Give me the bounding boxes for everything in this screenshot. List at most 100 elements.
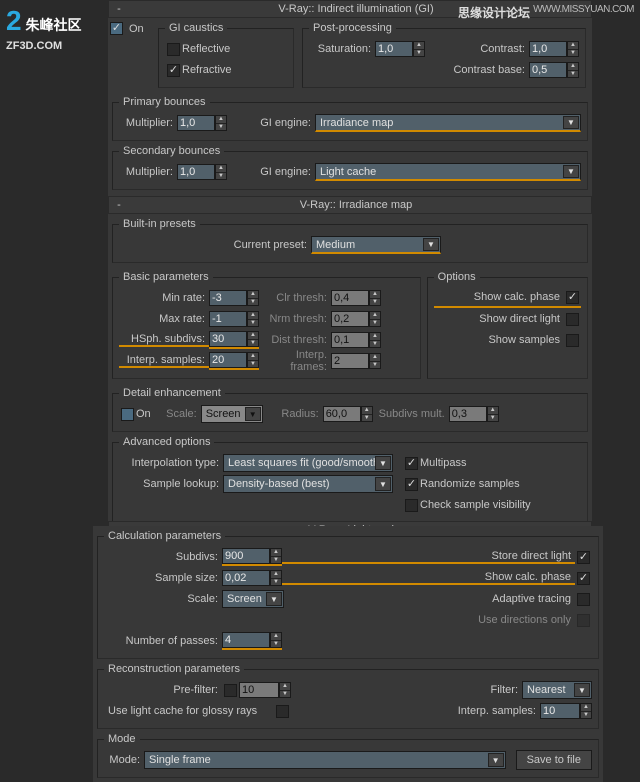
dist-label: Dist thresh:	[259, 334, 331, 346]
mode-group: Mode Mode: Single frame▼ Save to file	[97, 733, 599, 778]
interp-label: Interp. samples:	[119, 354, 209, 368]
contrast-base-spinner[interactable]: ▲▼	[529, 62, 579, 78]
detail-scale-dropdown[interactable]: Screen▼	[201, 405, 263, 423]
calc-subdivs-spinner[interactable]: ▲▼	[222, 548, 282, 566]
prefilter-spinner[interactable]: ▲▼	[239, 682, 291, 698]
mode-dropdown[interactable]: Single frame▼	[144, 751, 506, 769]
watermark-url: WWW.MISSYUAN.COM	[533, 4, 634, 15]
secondary-mult-label: Multiplier:	[119, 166, 177, 178]
showcalc-label: Show calc. phase	[434, 291, 564, 303]
usedir-checkbox	[577, 614, 590, 627]
slookup-label: Sample lookup:	[119, 478, 223, 490]
calc-scale-dropdown[interactable]: Screen▼	[222, 590, 284, 608]
nrm-label: Nrm thresh:	[259, 313, 331, 325]
calc-showcalc-label: Show calc. phase	[282, 571, 575, 585]
nrm-spinner[interactable]: ▲▼	[331, 311, 381, 327]
calc-legend: Calculation parameters	[104, 530, 225, 542]
primary-bounces-group: Primary bounces Multiplier: ▲▼ GI engine…	[112, 96, 588, 141]
detail-radius-label: Radius:	[263, 408, 323, 420]
mode-label: Mode:	[104, 754, 144, 766]
chevron-down-icon: ▼	[375, 477, 391, 491]
primary-mult-spinner[interactable]: ▲▼	[177, 115, 227, 131]
adaptive-label: Adaptive tracing	[284, 593, 575, 605]
saturation-label: Saturation:	[309, 43, 375, 55]
checkvis-checkbox[interactable]	[405, 499, 418, 512]
primary-engine-label: GI engine:	[227, 117, 315, 129]
options-legend: Options	[434, 271, 480, 283]
gi-on-checkbox[interactable]	[110, 22, 123, 35]
showdirect-checkbox[interactable]	[566, 313, 579, 326]
secondary-engine-dropdown[interactable]: Light cache▼	[315, 163, 581, 181]
iframes-spinner[interactable]: ▲▼	[331, 353, 381, 369]
minrate-label: Min rate:	[119, 292, 209, 304]
isamples-spinner[interactable]: ▲▼	[540, 703, 592, 719]
minrate-spinner[interactable]: ▲▼	[209, 290, 259, 306]
dist-spinner[interactable]: ▲▼	[331, 332, 381, 348]
detail-scale-label: Scale:	[151, 408, 201, 420]
preset-label: Current preset:	[119, 239, 311, 251]
prefilter-checkbox[interactable]	[224, 684, 237, 697]
secondary-legend: Secondary bounces	[119, 145, 224, 157]
builtin-presets-group: Built-in presets Current preset: Medium▼	[112, 218, 588, 263]
primary-legend: Primary bounces	[119, 96, 210, 108]
adaptive-checkbox[interactable]	[577, 593, 590, 606]
mode-legend: Mode	[104, 733, 140, 745]
detail-legend: Detail enhancement	[119, 387, 225, 399]
refractive-checkbox[interactable]	[167, 64, 180, 77]
post-processing-group: Post-processing Saturation: ▲▼ Contrast:…	[302, 22, 586, 88]
chevron-down-icon: ▼	[574, 683, 590, 697]
gi-on-label: On	[129, 23, 144, 35]
preset-dropdown[interactable]: Medium▼	[311, 236, 441, 254]
gi-on-row: On	[108, 22, 144, 35]
collapse-icon: -	[113, 199, 125, 211]
secondary-mult-spinner[interactable]: ▲▼	[177, 164, 227, 180]
detail-subdivs-spinner[interactable]: ▲▼	[449, 406, 499, 422]
calc-showcalc-checkbox[interactable]	[577, 572, 590, 585]
slookup-dropdown[interactable]: Density-based (best)▼	[223, 475, 393, 493]
clr-spinner[interactable]: ▲▼	[331, 290, 381, 306]
reflective-checkbox[interactable]	[167, 43, 180, 56]
interp-spinner[interactable]: ▲▼	[209, 352, 259, 370]
randomize-checkbox[interactable]	[405, 478, 418, 491]
checkvis-label: Check sample visibility	[420, 499, 531, 511]
detail-radius-spinner[interactable]: ▲▼	[323, 406, 373, 422]
passes-spinner[interactable]: ▲▼	[222, 632, 282, 650]
rollout-irr-header[interactable]: - V-Ray:: Irradiance map	[108, 196, 592, 214]
usedir-label: Use directions only	[284, 614, 575, 626]
store-checkbox[interactable]	[577, 551, 590, 564]
save-to-file-button[interactable]: Save to file	[516, 750, 592, 770]
builtin-legend: Built-in presets	[119, 218, 200, 230]
secondary-bounces-group: Secondary bounces Multiplier: ▲▼ GI engi…	[112, 145, 588, 190]
showcalc-checkbox[interactable]	[566, 291, 579, 304]
secondary-engine-label: GI engine:	[227, 166, 315, 178]
options-group: Options Show calc. phase Show direct lig…	[427, 271, 588, 379]
saturation-spinner[interactable]: ▲▼	[375, 41, 425, 57]
randomize-label: Randomize samples	[420, 478, 520, 490]
detail-on-label: On	[136, 408, 151, 420]
basic-legend: Basic parameters	[119, 271, 213, 283]
showsamples-checkbox[interactable]	[566, 334, 579, 347]
filter-label: Filter:	[291, 684, 522, 696]
basic-params-group: Basic parameters Min rate: ▲▼ Clr thresh…	[112, 271, 421, 379]
isamples-label: Interp. samples:	[291, 705, 540, 717]
showdirect-label: Show direct light	[434, 313, 564, 325]
multipass-checkbox[interactable]	[405, 457, 418, 470]
itype-dropdown[interactable]: Least squares fit (good/smooth)▼	[223, 454, 393, 472]
settings-panel: - V-Ray:: Indirect illumination (GI) GI …	[108, 0, 592, 539]
calc-params-group: Calculation parameters Subdivs: ▲▼ Store…	[97, 530, 599, 659]
showsamples-label: Show samples	[434, 334, 564, 346]
contrast-spinner[interactable]: ▲▼	[529, 41, 579, 57]
filter-dropdown[interactable]: Nearest▼	[522, 681, 592, 699]
passes-label: Number of passes:	[104, 635, 222, 647]
recon-legend: Reconstruction parameters	[104, 663, 244, 675]
maxrate-spinner[interactable]: ▲▼	[209, 311, 259, 327]
hsph-spinner[interactable]: ▲▼	[209, 331, 259, 349]
rollout-irr-title: V-Ray:: Irradiance map	[125, 199, 587, 211]
primary-engine-dropdown[interactable]: Irradiance map▼	[315, 114, 581, 132]
detail-on-checkbox[interactable]	[121, 408, 134, 421]
glossy-checkbox[interactable]	[276, 705, 289, 718]
chevron-down-icon: ▼	[563, 165, 579, 178]
iframes-label: Interp. frames:	[259, 349, 331, 373]
advanced-group: Advanced options Interpolation type: Lea…	[112, 436, 588, 523]
ssize-spinner[interactable]: ▲▼	[222, 570, 282, 586]
